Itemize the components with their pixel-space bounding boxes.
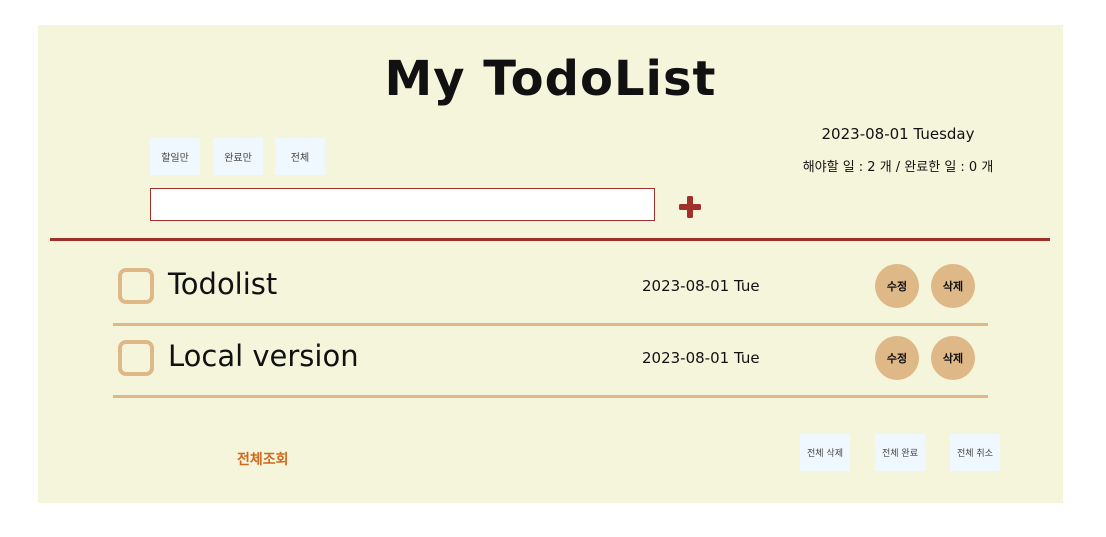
todo-text: Local version <box>168 339 359 373</box>
edit-button[interactable]: 수정 <box>875 264 919 308</box>
cancel-all-button[interactable]: 전체 취소 <box>950 434 1000 471</box>
todo-input[interactable] <box>150 188 655 221</box>
todo-checkbox[interactable] <box>118 268 154 304</box>
plus-icon <box>679 196 701 218</box>
todo-date: 2023-08-01 Tue <box>642 277 760 295</box>
todo-item: Local version 2023-08-01 Tue 수정 삭제 <box>113 326 988 398</box>
todo-count-summary: 해야할 일 : 2 개 / 완료한 일 : 0 개 <box>802 160 994 175</box>
todo-checkbox[interactable] <box>118 340 154 376</box>
current-date: 2023-08-01 Tuesday <box>821 125 975 143</box>
page-title: My TodoList <box>384 51 717 107</box>
todo-item: Todolist 2023-08-01 Tue 수정 삭제 <box>113 254 988 326</box>
complete-all-button[interactable]: 전체 완료 <box>875 434 925 471</box>
view-all-link[interactable]: 전체조회 <box>237 449 289 469</box>
edit-button[interactable]: 수정 <box>875 336 919 380</box>
todo-date: 2023-08-01 Tue <box>642 349 760 367</box>
header-divider <box>50 238 1050 241</box>
filter-all-button[interactable]: 전체 <box>275 138 325 175</box>
add-todo-button[interactable] <box>678 195 702 219</box>
todo-app: My TodoList 할일만 완료만 전체 2023-08-01 Tuesda… <box>38 25 1063 503</box>
todo-text: Todolist <box>168 267 278 301</box>
delete-button[interactable]: 삭제 <box>931 264 975 308</box>
filter-done-only-button[interactable]: 완료만 <box>213 138 263 175</box>
delete-all-button[interactable]: 전체 삭제 <box>800 434 850 471</box>
filter-todo-only-button[interactable]: 할일만 <box>150 138 200 175</box>
delete-button[interactable]: 삭제 <box>931 336 975 380</box>
